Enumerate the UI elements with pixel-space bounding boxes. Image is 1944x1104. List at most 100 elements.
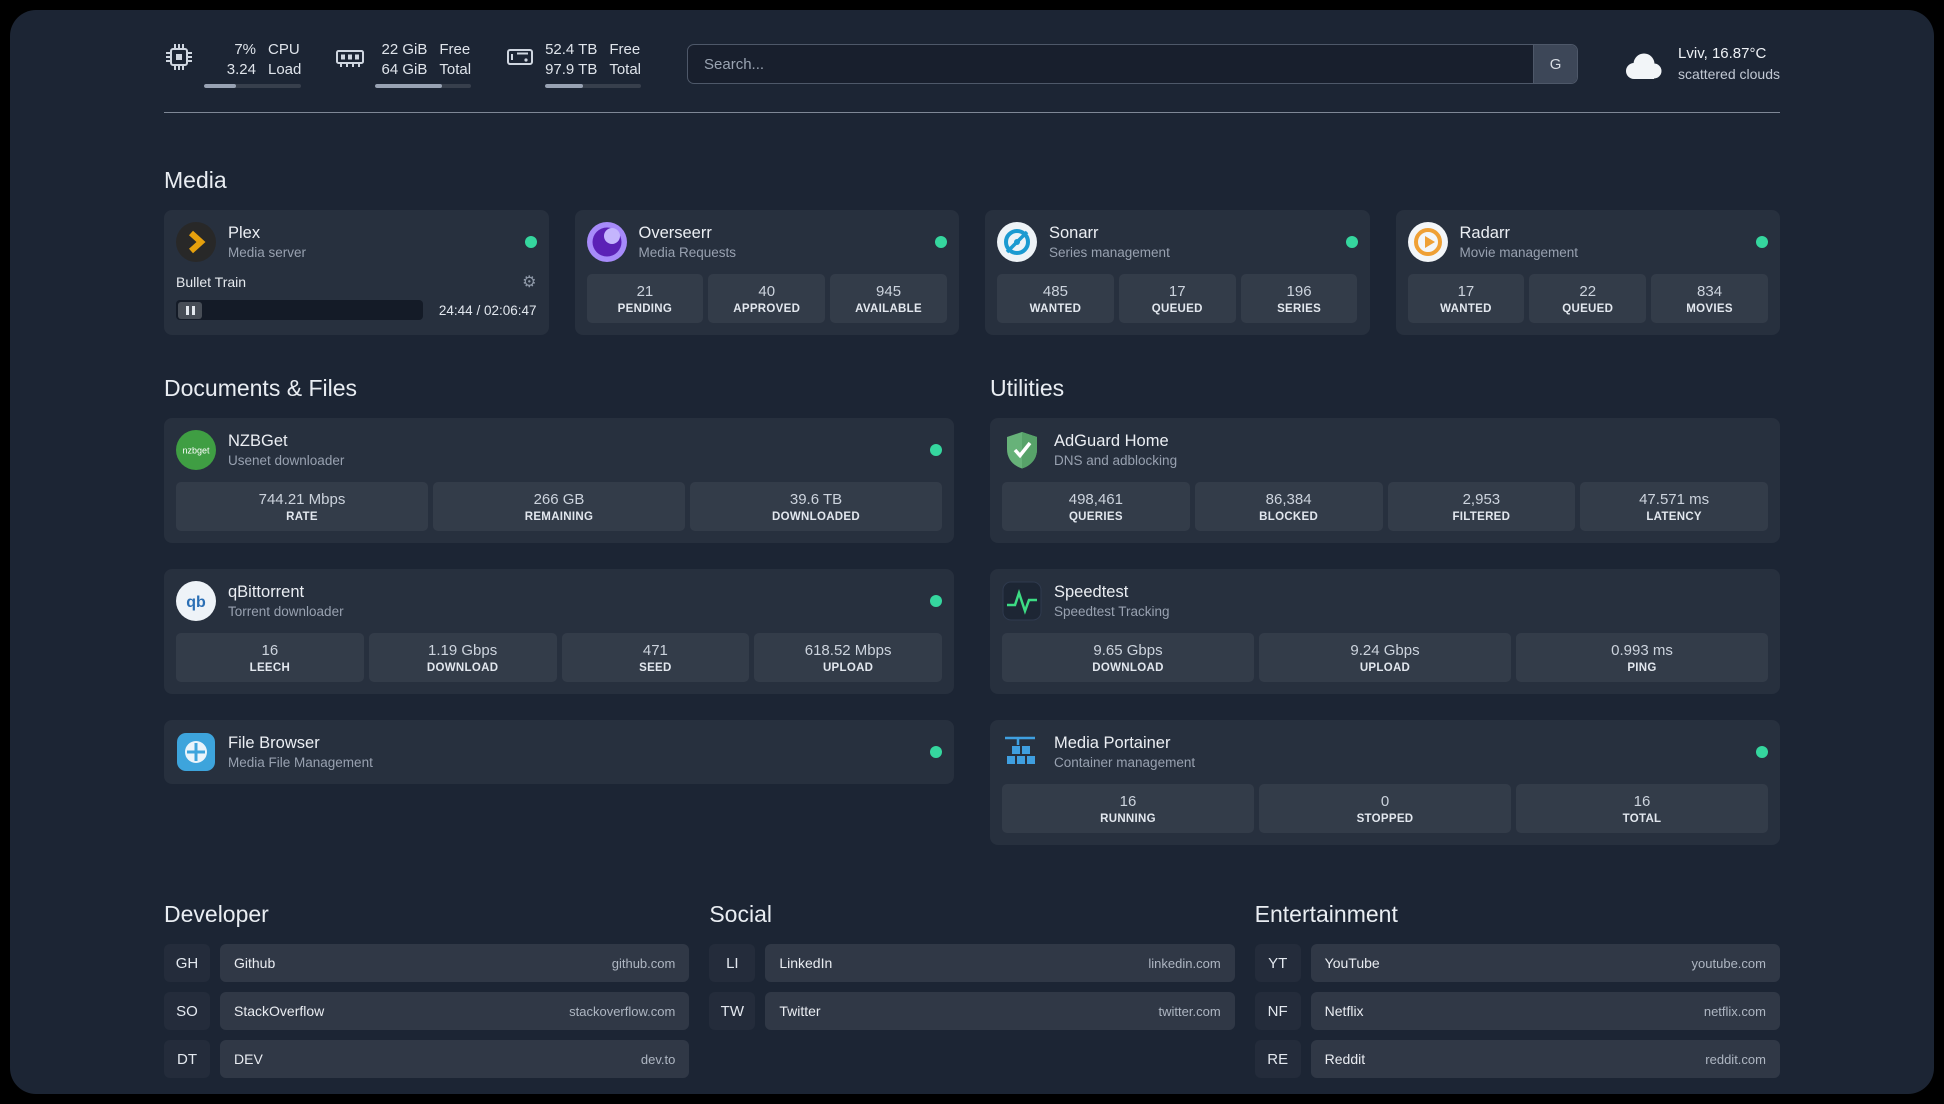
now-playing-title: Bullet Train: [176, 274, 247, 290]
service-name: Radarr: [1459, 223, 1510, 242]
service-name: AdGuard Home: [1054, 431, 1169, 450]
section-developer: Developer GH Github github.com SO StackO…: [164, 901, 690, 1078]
disk-free-value: 52.4 TB: [545, 41, 598, 58]
memory-total-value: 64 GiB: [381, 60, 428, 78]
bookmark-name: Twitter: [779, 1003, 821, 1019]
section-title-media: Media: [164, 167, 227, 193]
stat-blocked: 86,384 BLOCKED: [1194, 482, 1383, 531]
stat-pending: 21 PENDING: [586, 274, 704, 323]
bookmark-url: linkedin.com: [1148, 955, 1221, 971]
bookmark-netflix[interactable]: NF Netflix netflix.com: [1255, 992, 1780, 1030]
service-desc: DNS and adblocking: [1054, 452, 1178, 468]
service-link-speedtest[interactable]: Speedtest Speedtest Tracking: [1002, 581, 1768, 621]
stat-ping: 0.993 ms PING: [1516, 633, 1768, 682]
bookmark-abbr: YT: [1255, 944, 1301, 982]
card-adguard: AdGuard Home DNS and adblocking 498,461 …: [990, 418, 1780, 543]
card-plex: Plex Media server Bullet Train ⚙ 24:44 /…: [164, 210, 549, 335]
service-desc: Media Requests: [638, 244, 737, 260]
service-link-portainer[interactable]: Media Portainer Container management: [1002, 732, 1768, 772]
svg-text:nzbget: nzbget: [182, 446, 210, 456]
weather-location: Lviv, 16.87°C: [1678, 45, 1767, 63]
bookmark-name: Github: [234, 955, 276, 971]
adguard-icon: [1007, 432, 1037, 469]
overseerr-icon: [586, 222, 627, 262]
bookmark-stackoverflow[interactable]: SO StackOverflow stackoverflow.com: [164, 992, 690, 1030]
bookmark-abbr: TW: [709, 992, 755, 1030]
bookmark-url: github.com: [611, 955, 676, 971]
weather-widget: Lviv, 16.87°C scattered clouds: [1620, 44, 1780, 83]
service-name: NZBGet: [228, 431, 288, 450]
service-link-qbittorrent[interactable]: qb qBittorrent Torrent downloader: [176, 581, 942, 621]
resource-widget-disk: 52.4 TB 97.9 TB Free Total: [505, 40, 642, 88]
bookmark-youtube[interactable]: YT YouTube youtube.com: [1255, 944, 1780, 982]
bookmark-dev[interactable]: DT DEV dev.to: [164, 1040, 690, 1078]
qbittorrent-icon: qb: [176, 581, 216, 621]
bookmark-name: LinkedIn: [779, 955, 833, 971]
portainer-icon: [1005, 736, 1035, 764]
service-name: Plex: [228, 223, 261, 242]
service-link-filebrowser[interactable]: File Browser Media File Management: [176, 732, 942, 772]
bookmark-abbr: RE: [1255, 1040, 1301, 1078]
service-desc: Speedtest Tracking: [1054, 603, 1170, 619]
stat-download: 9.65 Gbps DOWNLOAD: [1002, 633, 1254, 682]
section-title-utilities: Utilities: [990, 375, 1065, 401]
playback-progress-track[interactable]: [176, 300, 423, 320]
bookmark-url: reddit.com: [1705, 1051, 1766, 1067]
disk-icon: [507, 49, 534, 65]
topbar-divider: [164, 112, 1780, 113]
disk-total-value: 97.9 TB: [545, 60, 598, 78]
service-link-nzbget[interactable]: nzbget NZBGet Usenet downloader: [176, 430, 942, 470]
plex-icon: [176, 222, 216, 262]
service-link-overseerr[interactable]: Overseerr Media Requests: [586, 222, 947, 262]
bookmark-name: Reddit: [1324, 1051, 1366, 1067]
status-dot: [1345, 236, 1358, 248]
memory-free-label: Free: [439, 41, 471, 58]
stat-leech: 16 LEECH: [176, 633, 364, 682]
service-desc: Media File Management: [228, 754, 373, 770]
gear-icon[interactable]: ⚙: [522, 272, 536, 292]
service-name: Sonarr: [1049, 223, 1099, 242]
section-entertainment: Entertainment YT YouTube youtube.com NF …: [1255, 901, 1780, 1078]
service-link-adguard[interactable]: AdGuard Home DNS and adblocking: [1002, 430, 1768, 470]
service-desc: Torrent downloader: [228, 603, 344, 619]
stat-latency: 47.571 ms LATENCY: [1580, 482, 1768, 531]
disk-total-label: Total: [609, 60, 642, 78]
stat-filtered: 2,953 FILTERED: [1387, 482, 1576, 531]
service-link-plex[interactable]: Plex Media server: [176, 222, 537, 262]
bookmark-abbr: LI: [709, 944, 755, 982]
bookmark-github[interactable]: GH Github github.com: [164, 944, 690, 982]
service-link-radarr[interactable]: Radarr Movie management: [1407, 222, 1768, 262]
bookmark-abbr: NF: [1255, 992, 1301, 1030]
bookmark-name: DEV: [234, 1051, 263, 1067]
resource-widgets: 7% 3.24 CPU Load 22 GiB 64 GiB Free Tota…: [164, 40, 642, 88]
stat-download: 1.19 Gbps DOWNLOAD: [368, 633, 557, 682]
stat-queued: 22 QUEUED: [1529, 274, 1647, 323]
status-dot: [1756, 236, 1768, 248]
plex-now-playing: Bullet Train ⚙ 24:44 / 02:06:47: [176, 272, 537, 320]
service-name: qBittorrent: [228, 582, 305, 601]
section-title-entertainment: Entertainment: [1254, 901, 1398, 927]
section-title-documents: Documents & Files: [164, 375, 358, 401]
search-provider-button[interactable]: G: [1533, 45, 1578, 83]
weather-condition: scattered clouds: [1678, 65, 1780, 82]
bookmark-twitter[interactable]: TW Twitter twitter.com: [709, 992, 1235, 1030]
service-name: Speedtest: [1054, 582, 1129, 601]
stat-total: 16 TOTAL: [1516, 784, 1768, 833]
stat-queued: 17 QUEUED: [1118, 274, 1236, 323]
resource-widget-cpu: 7% 3.24 CPU Load: [164, 40, 302, 88]
service-name: File Browser: [228, 733, 320, 752]
status-dot: [930, 746, 942, 758]
stat-upload: 9.24 Gbps UPLOAD: [1259, 633, 1511, 682]
card-filebrowser: File Browser Media File Management: [164, 720, 954, 784]
bookmark-reddit[interactable]: RE Reddit reddit.com: [1255, 1040, 1780, 1078]
section-documents: Documents & Files nzbget NZBGet Usenet d…: [164, 375, 954, 845]
stat-running: 16 RUNNING: [1002, 784, 1254, 833]
stat-queries: 498,461 QUERIES: [1002, 482, 1190, 531]
service-desc: Series management: [1049, 244, 1170, 260]
pause-button[interactable]: [178, 301, 202, 319]
bookmark-linkedin[interactable]: LI LinkedIn linkedin.com: [709, 944, 1235, 982]
service-link-sonarr[interactable]: Sonarr Series management: [997, 222, 1358, 262]
service-desc: Media server: [228, 244, 307, 260]
cpu-usage-value: 7%: [234, 41, 256, 58]
search-input[interactable]: [688, 45, 1534, 83]
